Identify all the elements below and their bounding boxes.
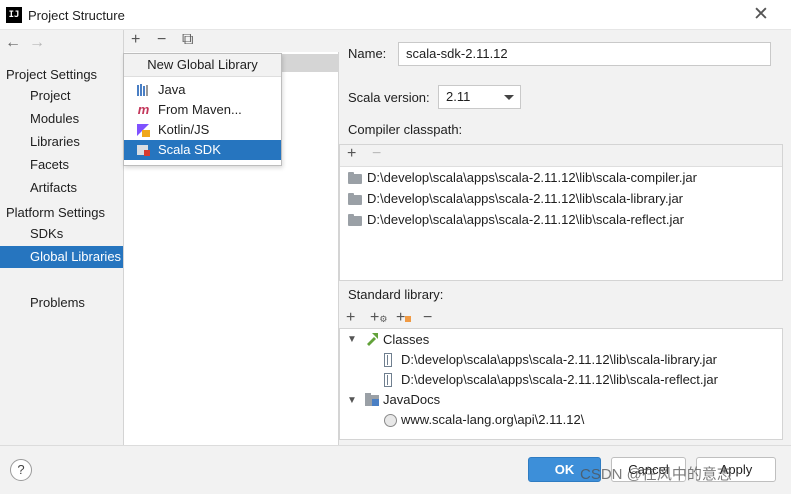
jar-icon	[384, 373, 392, 387]
compiler-classpath-toolbar: + −	[340, 145, 782, 167]
folder-icon	[348, 193, 362, 205]
sidebar-item-artifacts[interactable]: Artifacts	[0, 177, 123, 199]
sidebar-item-libraries[interactable]: Libraries	[0, 131, 123, 153]
compiler-classpath-list: + − D:\develop\scala\apps\scala-2.11.12\…	[339, 144, 783, 281]
popup-item-java[interactable]: Java	[124, 80, 281, 100]
platform-settings-header: Platform Settings	[6, 205, 105, 220]
add-icon[interactable]: +	[131, 31, 140, 49]
tree-node-label: JavaDocs	[383, 392, 441, 407]
javadoc-folder-icon	[365, 393, 381, 413]
project-settings-header: Project Settings	[6, 67, 98, 82]
folder-icon	[348, 214, 362, 226]
csdn-watermark: CSDN @在风中的意志	[580, 466, 732, 483]
class-entry: D:\develop\scala\apps\scala-2.11.12\lib\…	[401, 372, 718, 387]
popup-item-label: From Maven...	[158, 102, 242, 117]
settings-sidebar: ← → Project Settings Project Modules Lib…	[0, 30, 123, 454]
intellij-app-icon: IJ	[6, 7, 22, 23]
title-bar: IJ Project Structure ✕	[0, 0, 791, 30]
window-title: Project Structure	[28, 8, 125, 23]
class-entry: D:\develop\scala\apps\scala-2.11.12\lib\…	[401, 352, 718, 367]
sidebar-item-project[interactable]: Project	[0, 85, 123, 107]
remove-icon[interactable]: −	[423, 309, 432, 327]
popup-item-label: Scala SDK	[158, 142, 221, 157]
classes-root-icon	[365, 331, 380, 352]
add-icon[interactable]: +	[347, 145, 356, 163]
web-link-icon	[384, 414, 397, 427]
standard-library-tree: ▼ Classes D:\develop\scala\apps\scala-2.…	[339, 328, 783, 440]
popup-title: New Global Library	[124, 54, 281, 77]
scala-version-value: 2.11	[446, 89, 471, 104]
chevron-down-icon	[504, 95, 514, 100]
name-field[interactable]: scala-sdk-2.11.12	[398, 42, 771, 66]
remove-icon[interactable]: −	[157, 31, 166, 49]
popup-item-scala-sdk[interactable]: Scala SDK	[124, 140, 281, 160]
dialog-button-bar: ? OK Cancel Apply CSDN @在风中的意志	[0, 445, 791, 494]
scala-version-select[interactable]: 2.11	[438, 85, 521, 109]
sidebar-item-problems[interactable]: Problems	[0, 292, 123, 314]
classpath-entry: D:\develop\scala\apps\scala-2.11.12\lib\…	[367, 212, 684, 227]
sidebar-item-global-libraries[interactable]: Global Libraries	[0, 246, 123, 268]
chevron-down-icon[interactable]: ▼	[347, 334, 357, 345]
standard-library-toolbar: + +⚙ + −	[339, 308, 783, 328]
close-icon[interactable]: ✕	[748, 3, 774, 27]
sidebar-item-facets[interactable]: Facets	[0, 154, 123, 176]
remove-icon[interactable]: −	[372, 145, 381, 163]
popup-item-from-maven[interactable]: m From Maven...	[124, 100, 281, 120]
classpath-entry: D:\develop\scala\apps\scala-2.11.12\lib\…	[367, 191, 684, 206]
back-arrow-icon[interactable]: ←	[5, 34, 21, 52]
copy-icon[interactable]: ⧉	[182, 31, 193, 49]
name-label: Name:	[348, 46, 387, 61]
sidebar-item-modules[interactable]: Modules	[0, 108, 123, 130]
classpath-entry: D:\develop\scala\apps\scala-2.11.12\lib\…	[367, 170, 697, 185]
compiler-classpath-label: Compiler classpath:	[348, 122, 463, 137]
sidebar-item-sdks[interactable]: SDKs	[0, 223, 123, 245]
library-list-selection[interactable]	[279, 54, 339, 72]
standard-library-label: Standard library:	[348, 287, 444, 302]
folder-icon	[348, 172, 362, 184]
tree-node-label: Classes	[383, 332, 430, 347]
popup-item-label: Kotlin/JS	[158, 122, 210, 137]
javadoc-url: www.scala-lang.org\api\2.11.12\	[401, 412, 585, 427]
java-library-icon	[136, 83, 151, 97]
forward-arrow-icon[interactable]: →	[29, 34, 45, 52]
scala-sdk-icon	[136, 143, 151, 157]
kotlin-js-icon	[136, 123, 151, 137]
add-classes-icon[interactable]: +⚙	[370, 309, 387, 327]
maven-icon: m	[137, 102, 150, 117]
popup-item-kotlin-js[interactable]: Kotlin/JS	[124, 120, 281, 140]
jar-icon	[384, 353, 392, 367]
add-jar-icon[interactable]: +	[396, 309, 412, 327]
library-list-toolbar: + − ⧉	[124, 30, 340, 52]
help-button[interactable]: ?	[10, 459, 32, 481]
chevron-down-icon[interactable]: ▼	[347, 395, 357, 406]
popup-item-label: Java	[158, 82, 186, 97]
new-global-library-popup: New Global Library Java m From Maven... …	[123, 53, 282, 166]
library-details-panel: Name: scala-sdk-2.11.12 Scala version: 2…	[339, 30, 791, 454]
scala-version-label: Scala version:	[348, 90, 430, 105]
add-icon[interactable]: +	[346, 309, 355, 327]
